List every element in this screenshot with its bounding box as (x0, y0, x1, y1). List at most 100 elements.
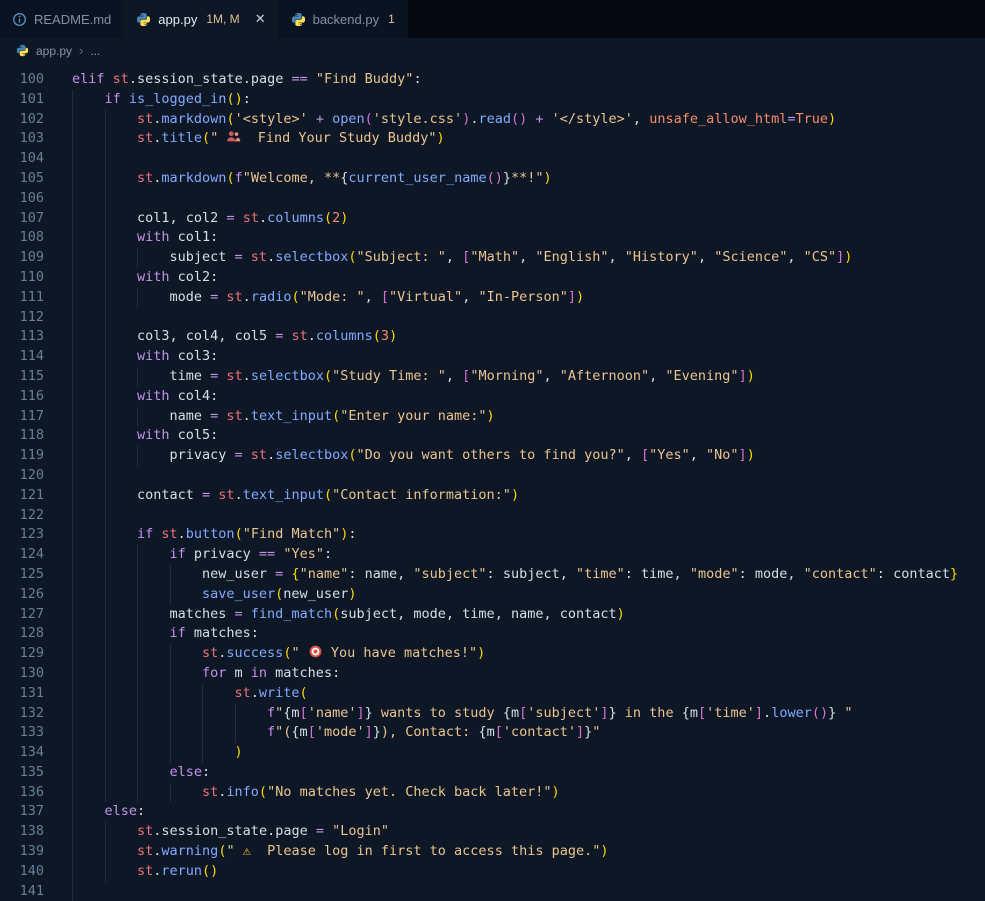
tab-label: backend.py (312, 11, 380, 27)
code-token: selectbox (275, 249, 349, 266)
code-token: contact (559, 605, 617, 622)
indent-guide (72, 564, 105, 585)
indent-guide (104, 228, 138, 249)
code-line: 133 f"({m['mode']}), Contact: {m['contact… (0, 723, 985, 744)
code-token: == (250, 546, 284, 563)
code-token: markdown (161, 110, 227, 127)
code-token: , (445, 605, 463, 622)
tab-backend[interactable]: backend.py 1 (278, 0, 408, 38)
line-number: 135 (19, 763, 44, 780)
code-token: columns (267, 209, 324, 226)
code-token: "Login" (332, 823, 390, 840)
editor[interactable]: 100 elif st.session_state.page == "Find B… (0, 63, 985, 901)
line-number: 114 (19, 348, 44, 365)
code-token: . (763, 704, 772, 721)
code-token: "mode" (689, 565, 739, 582)
code-token: time (462, 605, 495, 622)
code-token: st (250, 249, 268, 266)
tab-app[interactable]: app.py 1M, M ✕ (124, 0, 279, 38)
code-area[interactable]: 100 elif st.session_state.page == "Find B… (0, 70, 985, 901)
breadcrumb[interactable]: app.py › ... (0, 38, 985, 63)
code-token: "History" (624, 249, 698, 266)
indent-guide (72, 406, 105, 427)
code-token: st (242, 209, 259, 226)
indent-guide (104, 822, 138, 843)
line-number: 109 (19, 249, 44, 266)
indent-guide (72, 426, 105, 447)
line-number: 118 (19, 427, 44, 444)
code-token: time (641, 565, 674, 582)
code-token: ( (323, 367, 333, 384)
indent-guide (169, 564, 203, 585)
code-token: , (462, 288, 479, 305)
code-token: . (258, 209, 268, 226)
line-number: 117 (19, 407, 44, 424)
code-token: st (202, 783, 219, 800)
gutter-spacer (44, 822, 72, 842)
indent-guide (202, 683, 235, 704)
code-token: "Evening" (665, 367, 739, 384)
code-token: { (681, 704, 690, 721)
code-token: = (193, 486, 219, 503)
indent-guide (104, 446, 138, 466)
code-token: "Subject: " (356, 249, 446, 266)
line-number: 123 (19, 526, 44, 543)
code-token: text_input (242, 486, 324, 503)
breadcrumb-file[interactable]: app.py (36, 44, 72, 58)
code-line: 138 st.session_state.page = "Login" (0, 822, 985, 843)
code-token: , (169, 209, 186, 226)
code-token: wants to study (372, 704, 503, 721)
gutter-spacer (44, 704, 72, 724)
code-line: 129 st.success(" You have matches!") (0, 644, 985, 664)
code-token: matches (169, 605, 227, 622)
code-token: ( (372, 328, 381, 345)
indent-guide (72, 446, 105, 466)
code-token: success (226, 645, 284, 662)
breadcrumb-ellipsis[interactable]: ... (90, 44, 100, 58)
indent-guide (72, 307, 105, 328)
indent-guide (104, 624, 138, 645)
code-token: ( (348, 249, 357, 266)
code-token: ] (738, 367, 747, 384)
code-token: = (226, 447, 251, 464)
gutter-spacer (44, 288, 72, 308)
code-token: } (608, 704, 617, 721)
code-token: () (486, 169, 503, 186)
tab-readme[interactable]: README.md (0, 0, 125, 38)
indent-guide (137, 545, 170, 565)
code-token: page (275, 823, 308, 840)
indent-guide (104, 723, 138, 744)
indent-guide (104, 307, 138, 328)
code-token: st (250, 447, 268, 464)
indent-guide (104, 386, 138, 407)
info-icon (12, 12, 27, 27)
code-token: : (738, 565, 755, 582)
gutter-spacer (44, 644, 72, 664)
code-token: : (210, 427, 219, 444)
python-icon (291, 12, 306, 27)
code-line: 131 st.write( (0, 683, 985, 704)
close-icon[interactable]: ✕ (255, 11, 266, 27)
code-token: . (250, 684, 259, 701)
code-token: "Do you want others to find you?" (356, 447, 625, 464)
code-line: 100 elif st.session_state.page == "Find B… (0, 70, 985, 90)
code-token: " (836, 704, 853, 721)
code-token: radio (250, 288, 292, 305)
code-line: 106 (0, 188, 985, 209)
code-token: title (161, 130, 203, 147)
people-icon (226, 129, 241, 149)
code-token: } (828, 704, 837, 721)
code-token: warning (161, 843, 219, 860)
code-token: ) (234, 744, 243, 761)
line-number: 116 (19, 387, 44, 404)
gutter-spacer (44, 228, 72, 248)
line-number: 129 (19, 645, 44, 662)
indent-guide (72, 802, 105, 823)
code-token: privacy (169, 447, 227, 464)
code-token: ) (486, 407, 495, 424)
code-token: if (104, 90, 129, 107)
code-line: 104 (0, 149, 985, 169)
code-token: " (210, 130, 227, 147)
code-token: subject (340, 605, 398, 622)
indent-guide (72, 267, 105, 288)
